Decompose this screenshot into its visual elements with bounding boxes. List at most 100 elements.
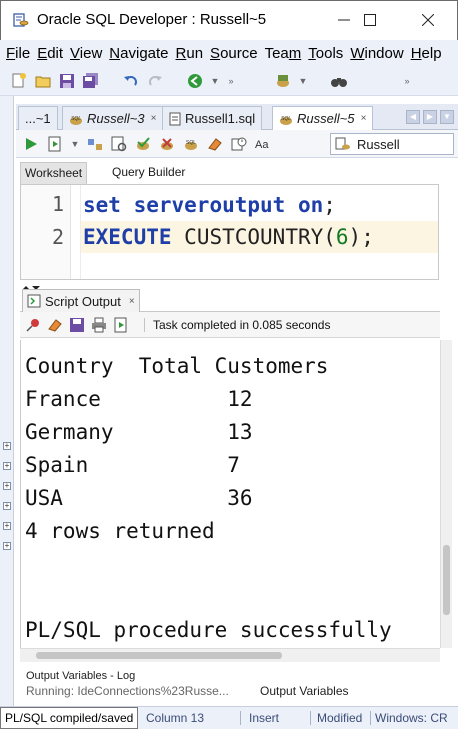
explain-plan-icon[interactable]	[86, 135, 104, 153]
code-line-1[interactable]: set serveroutput on;	[81, 189, 438, 221]
history-icon[interactable]	[230, 135, 248, 153]
run-script-icon[interactable]	[46, 135, 64, 153]
tab-label: Script Output	[45, 293, 121, 309]
output-line: Spain 7	[25, 453, 240, 477]
menu-edit-label: dit	[47, 44, 64, 62]
save-output-icon[interactable]	[68, 316, 86, 334]
tab-worksheet[interactable]: Worksheet	[20, 162, 88, 184]
tab-list-icon[interactable]: ▼	[440, 110, 454, 124]
new-file-icon[interactable]	[10, 72, 28, 90]
tab-russell1-sql[interactable]: Russell1.sql	[162, 106, 263, 130]
commit-icon[interactable]	[134, 135, 152, 153]
menu-edit-mnemonic: E	[37, 44, 48, 62]
tab-left-icon[interactable]: ◀	[406, 110, 420, 124]
connection-selector[interactable]: Russell	[330, 133, 454, 155]
sql-icon: SQL	[280, 116, 292, 125]
menu-navigate[interactable]: Navigate	[109, 45, 168, 62]
close-tab-icon[interactable]: ×	[129, 296, 135, 307]
panel-splitter[interactable]	[20, 280, 439, 290]
identifier-token: CUSTCOUNTRY(	[184, 225, 336, 249]
print-icon[interactable]	[90, 316, 108, 334]
output-line: PL/SQL procedure successfully	[25, 618, 392, 642]
worksheet-subtabs: Worksheet Query Builder	[20, 162, 440, 184]
maximize-button[interactable]	[347, 1, 393, 39]
tab-nav-arrows: ◀ ▶ ▼	[406, 110, 454, 124]
keyword-token: EXECUTE	[83, 225, 172, 249]
back-icon[interactable]	[186, 72, 204, 90]
tab-russell-3[interactable]: SQL Russell~3 ×	[62, 106, 164, 130]
horizontal-scrollbar[interactable]	[20, 648, 440, 662]
run-statement-icon[interactable]	[22, 135, 40, 153]
rollback-icon[interactable]	[158, 135, 176, 153]
toolbar-overflow-icon[interactable]: »	[402, 76, 412, 86]
menu-help[interactable]: Help	[411, 45, 442, 62]
tab-right-icon[interactable]: ▶	[423, 110, 437, 124]
back-dropdown-icon[interactable]: ▼	[210, 76, 220, 86]
sql-editor[interactable]: 1 2 set serveroutput on; EXECUTE CUSTCOU…	[20, 184, 439, 280]
sql-developer-app-icon	[13, 13, 29, 27]
redo-icon[interactable]	[146, 72, 164, 90]
menu-file-mnemonic: F	[6, 44, 16, 62]
clear-output-icon[interactable]	[46, 316, 64, 334]
tree-expand-icon[interactable]: +	[3, 502, 11, 510]
close-tab-icon[interactable]: ×	[360, 113, 366, 124]
run-dropdown-icon[interactable]: ▼	[70, 139, 80, 149]
menu-run-mnemonic: R	[175, 44, 187, 62]
menu-help-label: elp	[421, 44, 442, 62]
close-icon	[422, 14, 434, 26]
output-line: France 12	[25, 387, 253, 411]
punctuation-token: ;	[323, 193, 336, 217]
autotrace-icon[interactable]	[110, 135, 128, 153]
tab-output-variables[interactable]: Output Variables	[260, 684, 349, 698]
tab-script-output[interactable]: Script Output ×	[22, 289, 140, 312]
format-case-icon[interactable]: Aa	[254, 135, 272, 153]
menu-view[interactable]: View	[70, 45, 102, 62]
save-all-icon[interactable]	[82, 72, 100, 90]
tab-query-builder[interactable]: Query Builder	[108, 162, 189, 184]
code-line-2[interactable]: EXECUTE CUSTCOUNTRY(6);	[81, 221, 438, 253]
task-status-text: Task completed in 0.085 seconds	[144, 317, 330, 332]
vertical-scrollbar[interactable]	[440, 340, 452, 648]
tree-expand-icon[interactable]: +	[3, 442, 11, 450]
menu-team[interactable]: Team	[265, 45, 302, 62]
menu-run[interactable]: Run	[176, 45, 204, 62]
undo-icon[interactable]	[122, 72, 140, 90]
output-tab-strip: Script Output ×	[20, 288, 440, 312]
clear-eraser-icon[interactable]	[206, 135, 224, 153]
connection-dropdown-icon[interactable]: ▼	[298, 76, 308, 86]
sql-connection-icon[interactable]	[274, 72, 292, 90]
status-tooltip: PL/SQL compiled/saved	[0, 707, 139, 729]
sql-icon: SQL	[70, 116, 82, 125]
left-dock-strip: + + + + + +	[0, 96, 14, 706]
svg-text:Aa: Aa	[255, 139, 269, 151]
tab-worksheet-1[interactable]: ...~1	[18, 106, 58, 130]
pin-icon[interactable]	[24, 316, 42, 334]
scrollbar-thumb[interactable]	[443, 545, 450, 615]
sql-tuning-icon[interactable]: SQL	[182, 135, 200, 153]
menu-window-mnemonic: W	[350, 44, 365, 62]
menu-file[interactable]: File	[6, 45, 30, 62]
bottom-panel-tabs: Running: IdeConnections%23Russe... Outpu…	[20, 684, 458, 700]
menu-window[interactable]: Window	[350, 45, 403, 62]
line-number: 1	[51, 192, 64, 216]
open-folder-icon[interactable]	[34, 72, 52, 90]
tree-expand-icon[interactable]: +	[3, 542, 11, 550]
forward-more-icon[interactable]: »	[226, 76, 236, 86]
tab-label: Query Builder	[112, 165, 186, 179]
tab-russell-5[interactable]: SQL Russell~5 ×	[272, 106, 374, 130]
tree-expand-icon[interactable]: +	[3, 522, 11, 530]
tree-expand-icon[interactable]: +	[3, 462, 11, 470]
save-icon[interactable]	[58, 72, 76, 90]
output-line: Germany 13	[25, 420, 253, 444]
script-output-area[interactable]: Country Total Customers France 12 German…	[20, 340, 440, 648]
scrollbar-thumb[interactable]	[36, 652, 282, 659]
binoculars-icon[interactable]	[330, 72, 348, 90]
run-output-icon[interactable]	[112, 316, 130, 334]
close-button[interactable]	[405, 1, 451, 39]
menu-edit[interactable]: Edit	[37, 45, 63, 62]
menu-tools[interactable]: Tools	[308, 45, 343, 62]
tree-expand-icon[interactable]: +	[3, 482, 11, 490]
menu-tools-mnemonic: T	[308, 44, 316, 62]
menu-source[interactable]: Source	[210, 45, 258, 62]
close-tab-icon[interactable]: ×	[150, 113, 156, 124]
